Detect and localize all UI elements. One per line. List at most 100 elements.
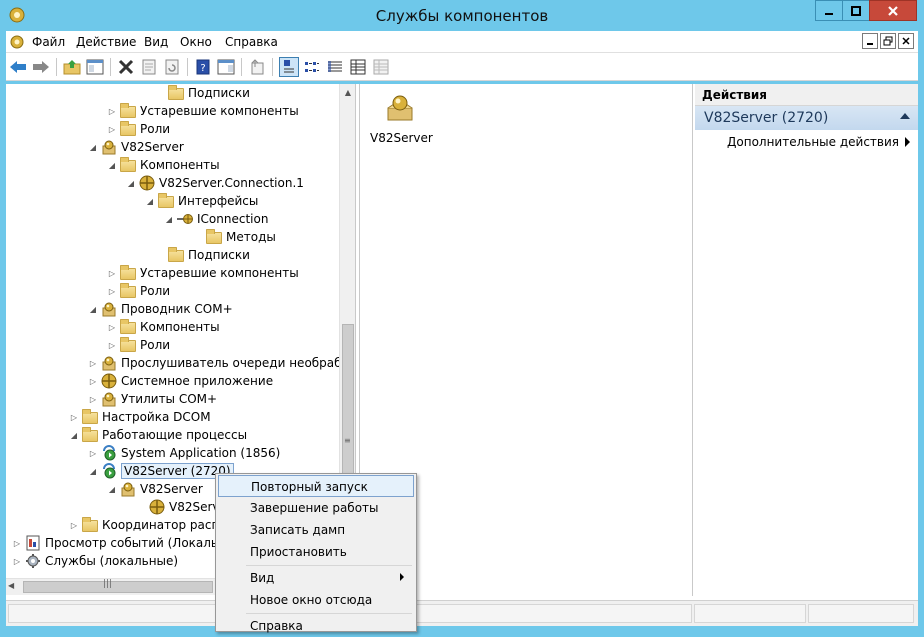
tree-node[interactable]: ◢ Работающие процессы [69,426,247,444]
collapse-arrow-icon[interactable]: ◢ [107,484,117,494]
delete-x-icon [118,59,134,75]
large-icons-view-button[interactable] [279,57,299,77]
close-button[interactable] [869,0,917,21]
collapse-up-icon[interactable] [900,113,910,119]
menu-action[interactable]: Действие [76,35,136,49]
tree-node[interactable]: ▷ Роли [107,336,170,354]
tree-node[interactable]: Подписки [155,84,250,102]
expand-arrow-icon[interactable]: ▷ [88,376,98,386]
collapse-arrow-icon[interactable]: ◢ [126,178,136,188]
folder-icon [120,319,136,334]
tree-node[interactable]: ◢ Компоненты [107,156,220,174]
maximize-icon [851,5,861,16]
tree-node[interactable]: ▷ System Application (1856) [88,444,280,462]
child-minimize-button[interactable] [862,33,878,49]
tree-node[interactable]: ▷ Компоненты [107,318,220,336]
menu-item-dump[interactable]: Записать дамп [218,519,414,541]
tree-node-label: Утилиты COM+ [121,392,218,406]
expand-arrow-icon[interactable]: ▷ [69,520,79,530]
collapse-arrow-icon[interactable]: ◢ [164,214,174,224]
forward-button[interactable] [31,57,51,77]
collapse-arrow-icon[interactable]: ◢ [145,196,155,206]
scroll-left-arrow[interactable]: ◀ [8,581,14,590]
expand-arrow-icon[interactable]: ▷ [107,322,117,332]
horizontal-scroll-thumb[interactable] [23,581,213,593]
menu-window[interactable]: Окно [180,35,212,49]
expand-arrow-icon[interactable]: ▷ [107,286,117,296]
minimize-button[interactable] [815,0,842,21]
tree-node[interactable]: ◢ V82Server (2720) [88,462,234,480]
help-button[interactable]: ? [193,57,213,77]
collapse-arrow-icon[interactable]: ◢ [88,466,98,476]
refresh-button[interactable] [162,57,182,77]
com-application-icon [102,392,116,407]
help-book-icon: ? [196,59,210,75]
tree-node[interactable]: ▷ Просмотр событий (Локальный) [12,534,248,552]
menu-item-view[interactable]: Вид [218,567,414,589]
up-level-button[interactable] [62,57,82,77]
detail-view-button[interactable] [348,57,368,77]
expand-arrow-icon[interactable]: ▷ [88,448,98,458]
child-restore-button[interactable] [880,33,896,49]
tree-node[interactable]: ▷ Прослушиватель очереди необработанных [88,354,355,372]
status-view-button[interactable] [371,57,391,77]
menu-item-help[interactable]: Справка [218,615,414,637]
tree-node[interactable]: ▷ Роли [107,120,170,138]
tree-node[interactable]: Подписки [155,246,250,264]
tree-node[interactable]: ◢ Проводник COM+ [88,300,233,318]
title-bar[interactable]: Службы компонентов [0,0,924,31]
expand-arrow-icon[interactable]: ▷ [12,556,22,566]
maximize-button[interactable] [842,0,869,21]
expand-arrow-icon[interactable]: ▷ [69,412,79,422]
tree-node[interactable]: ◢ Интерфейсы [145,192,258,210]
result-item-v82server[interactable]: V82Server [370,92,433,145]
menu-item-shutdown[interactable]: Завершение работы [218,497,414,519]
tree-node[interactable]: ◢ V82Server [107,480,203,498]
tree-node[interactable]: ▷ Настройка DCOM [69,408,211,426]
tree-node[interactable]: ◢ V82Server [88,138,184,156]
expand-arrow-icon[interactable]: ▷ [12,538,22,548]
scroll-grip-icon: ||| [103,579,113,589]
menu-item-new-window[interactable]: Новое окно отсюда [218,589,414,611]
child-window-controls [862,33,914,49]
expand-arrow-icon[interactable]: ▷ [107,268,117,278]
console-icon[interactable] [9,34,25,50]
tree-node-label: Роли [140,122,171,136]
show-hide-tree-button[interactable] [85,57,105,77]
actions-group-v82server[interactable]: V82Server (2720) [695,106,918,130]
show-hide-action-pane-button[interactable] [216,57,236,77]
collapse-arrow-icon[interactable]: ◢ [88,142,98,152]
collapse-arrow-icon[interactable]: ◢ [88,304,98,314]
tree-node[interactable]: ▷ Системное приложение [88,372,273,390]
list-view-button[interactable] [325,57,345,77]
export-list-button[interactable] [247,57,267,77]
menu-item-restart[interactable]: Повторный запуск [218,475,414,497]
expand-arrow-icon[interactable]: ▷ [107,340,117,350]
menu-help[interactable]: Справка [225,35,278,49]
expand-arrow-icon[interactable]: ▷ [88,394,98,404]
back-button[interactable] [8,57,28,77]
expand-arrow-icon[interactable]: ▷ [107,124,117,134]
collapse-arrow-icon[interactable]: ◢ [69,430,79,440]
properties-button[interactable] [139,57,159,77]
child-close-button[interactable] [898,33,914,49]
tree-node[interactable]: ◢ IConnection [164,210,269,228]
tree-node[interactable]: ▷ Роли [107,282,170,300]
expand-arrow-icon[interactable]: ▷ [88,358,98,368]
tree-node-label: Настройка DCOM [102,410,211,424]
tree-node[interactable]: ▷ Устаревшие компоненты [107,264,299,282]
collapse-arrow-icon[interactable]: ◢ [107,160,117,170]
expand-arrow-icon[interactable]: ▷ [107,106,117,116]
menu-view[interactable]: Вид [144,35,168,49]
small-icons-view-button[interactable] [302,57,322,77]
scroll-up-arrow[interactable]: ▲ [340,84,355,101]
tree-node[interactable]: ▷ Службы (локальные) [12,552,178,570]
menu-item-pause[interactable]: Приостановить [218,541,414,563]
tree-node[interactable]: ▷ Утилиты COM+ [88,390,217,408]
tree-node[interactable]: Методы [193,228,276,246]
tree-node[interactable]: ◢ V82Server.Connection.1 [126,174,304,192]
tree-node[interactable]: ▷ Устаревшие компоненты [107,102,299,120]
delete-button[interactable] [116,57,136,77]
action-more-actions[interactable]: Дополнительные действия [695,130,918,152]
menu-file[interactable]: Файл [32,35,65,49]
